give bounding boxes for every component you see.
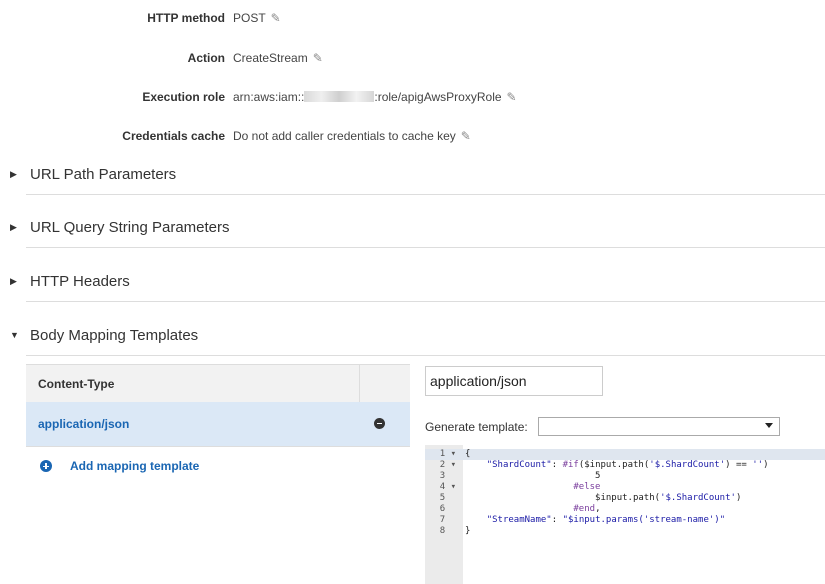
line-number: 4 ▾ [439, 482, 456, 492]
divider [26, 194, 825, 195]
template-code-editor[interactable]: 1 ▾ {2 ▾ "ShardCount": #if($input.path('$… [425, 445, 825, 584]
http-method-value-wrap: POST ✎ [233, 11, 281, 25]
action-label: Action [187, 51, 225, 65]
edit-execution-role-pencil-icon[interactable]: ✎ [507, 90, 517, 104]
line-number: 2 ▾ [439, 460, 456, 470]
section-title: URL Query String Parameters [30, 219, 230, 236]
section-body-mapping-templates[interactable]: ▼ Body Mapping Templates [0, 327, 825, 347]
divider [26, 355, 825, 356]
http-method-value: POST [233, 11, 266, 25]
line-number: 1 ▾ [439, 449, 456, 459]
http-method-row: HTTP method POST ✎ [0, 11, 825, 31]
generate-template-select[interactable] [538, 417, 780, 436]
code-text: "StreamName": "$input.params('stream-nam… [486, 515, 726, 525]
caret-right-icon: ▶ [10, 169, 17, 179]
http-method-label: HTTP method [147, 11, 225, 25]
code-line: 8 } [425, 526, 825, 537]
line-number: 7 [439, 515, 456, 525]
section-title: Body Mapping Templates [30, 327, 199, 344]
action-value: CreateStream [233, 51, 308, 65]
chevron-down-icon [765, 423, 773, 428]
line-number: 6 [439, 504, 456, 514]
code-text: #else [573, 482, 601, 492]
code-text: } [465, 526, 471, 536]
divider [26, 247, 825, 248]
execution-role-prefix: arn:aws:iam:: [233, 90, 305, 104]
content-type-row-label: application/json [38, 417, 130, 431]
caret-right-icon: ▶ [10, 276, 17, 286]
add-mapping-template-label: Add mapping template [70, 459, 200, 473]
execution-role-value-wrap: arn:aws:iam:::role/apigAwsProxyRole ✎ [233, 90, 517, 104]
code-line: 7 "StreamName": "$input.params('stream-n… [425, 515, 825, 526]
line-number: 8 [439, 526, 456, 536]
content-type-header-label: Content-Type [38, 377, 115, 391]
credentials-cache-label: Credentials cache [122, 129, 225, 143]
code-line: 3 5 [425, 471, 825, 482]
code-text: 5 [465, 471, 601, 481]
section-http-headers[interactable]: ▶ HTTP Headers [0, 273, 825, 293]
code-line: 1 ▾ { [425, 449, 825, 460]
code-text: "ShardCount": #if($input.path('$.ShardCo… [486, 460, 769, 470]
line-number: 3 [439, 471, 456, 481]
caret-down-icon: ▼ [10, 330, 19, 340]
credentials-cache-value: Do not add caller credentials to cache k… [233, 129, 456, 143]
credentials-cache-value-wrap: Do not add caller credentials to cache k… [233, 129, 471, 143]
section-title: URL Path Parameters [30, 166, 177, 183]
execution-role-suffix: :role/apigAwsProxyRole [374, 90, 502, 104]
code-text: #end, [573, 504, 601, 514]
execution-role-label: Execution role [142, 90, 225, 104]
divider [26, 301, 825, 302]
code-line: 2 ▾ "ShardCount": #if($input.path('$.Sha… [425, 460, 825, 471]
section-url-path-parameters[interactable]: ▶ URL Path Parameters [0, 166, 825, 186]
remove-minus-circle-icon[interactable] [374, 418, 385, 429]
redacted-account-id [304, 91, 375, 102]
code-line: 4 ▾ #else [425, 482, 825, 493]
line-number: 5 [439, 493, 456, 503]
section-title: HTTP Headers [30, 273, 130, 290]
action-row: Action CreateStream ✎ [0, 51, 825, 71]
code-line: 6 #end, [425, 504, 825, 515]
edit-credentials-cache-pencil-icon[interactable]: ✎ [461, 129, 471, 143]
edit-action-pencil-icon[interactable]: ✎ [313, 51, 323, 65]
execution-role-row: Execution role arn:aws:iam:::role/apigAw… [0, 90, 825, 110]
content-type-row-application-json[interactable]: application/json [26, 402, 410, 447]
code-line: 5 $input.path('$.ShardCount') [425, 493, 825, 504]
action-value-wrap: CreateStream ✎ [233, 51, 323, 65]
edit-http-method-pencil-icon[interactable]: ✎ [271, 11, 281, 25]
content-type-input[interactable] [425, 366, 603, 396]
section-url-query-string-parameters[interactable]: ▶ URL Query String Parameters [0, 219, 825, 239]
code-text: { [465, 449, 471, 459]
generate-template-label: Generate template: [425, 420, 528, 434]
header-divider [359, 365, 360, 402]
plus-circle-icon [40, 460, 52, 472]
content-type-header: Content-Type [26, 364, 410, 403]
caret-right-icon: ▶ [10, 222, 17, 232]
credentials-cache-row: Credentials cache Do not add caller cred… [0, 129, 825, 149]
code-text: $input.path('$.ShardCount') [465, 493, 742, 503]
